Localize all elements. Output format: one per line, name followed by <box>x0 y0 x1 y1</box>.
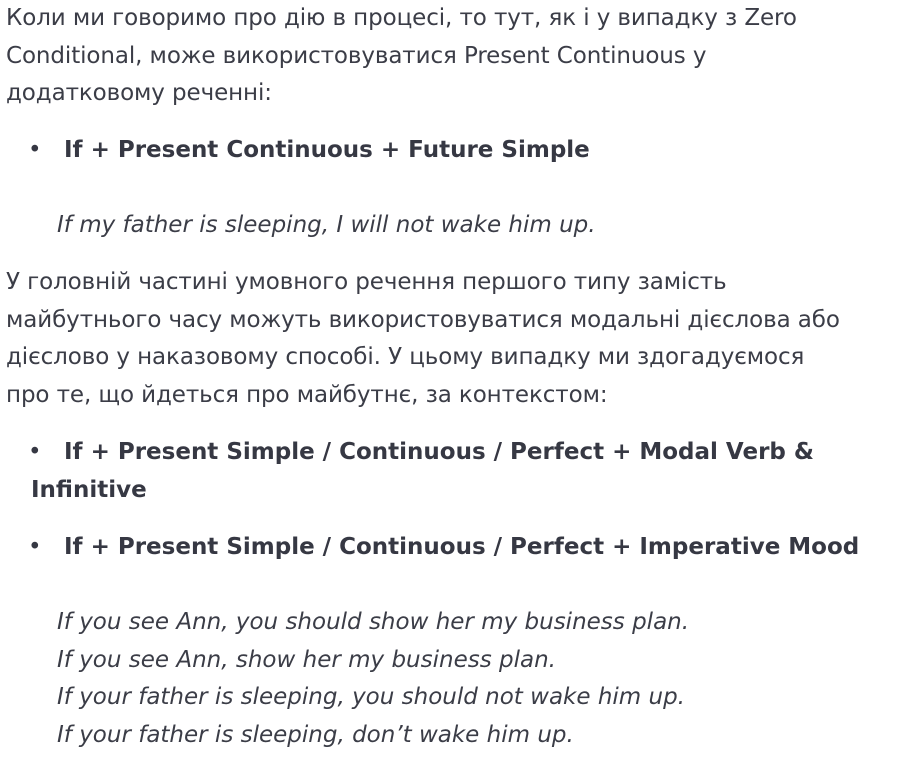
intro-line-3: додатковому реченні: <box>6 80 272 106</box>
paragraph2-line-3: дієслово у наказовому способі. У цьому в… <box>6 344 805 370</box>
example-sentence: If your father is sleeping, don’t wake h… <box>57 721 574 748</box>
examples-list: If you see Ann, you should show her my b… <box>57 604 689 754</box>
article-content: Коли ми говоримо про дію в процесі, то т… <box>0 0 901 758</box>
bullet-point: • <box>28 534 42 560</box>
example-sentence: If my father is sleeping, I will not wak… <box>57 212 596 238</box>
example-sentence: If you see Ann, show her my business pla… <box>57 646 556 673</box>
formula-text: If + Present Continuous + Future Simple <box>64 137 590 163</box>
formula-text-line-1: If + Present Simple / Continuous / Perfe… <box>64 439 814 465</box>
formula-present-continuous: • If + Present Continuous + Future Simple <box>6 132 876 170</box>
paragraph2-line-1: У головній частині умовного речення перш… <box>6 269 727 295</box>
formula-modal-verb: • If + Present Simple / Continuous / Perf… <box>6 434 876 509</box>
example-sentence: If you see Ann, you should show her my b… <box>57 609 690 635</box>
paragraph2-line-4: про те, що йдеться про майбутнє, за конт… <box>6 381 608 408</box>
intro-line-1: Коли ми говоримо про дію в процесі, то т… <box>6 5 797 31</box>
bullet-point: • <box>28 439 42 465</box>
formula-imperative-mood: • If + Present Simple / Continuous / Perf… <box>6 529 876 567</box>
formula-text-line-2: Infinitive <box>31 476 147 503</box>
paragraph2-line-2: майбутнього часу можуть використовуватис… <box>6 306 840 333</box>
intro-paragraph: Коли ми говоримо про дію в процесі, то т… <box>6 0 886 113</box>
bullet-point: • <box>28 137 42 163</box>
modal-verbs-paragraph: У головній частині умовного речення перш… <box>6 264 886 414</box>
intro-line-2: Conditional, може використовуватися Pres… <box>6 42 707 69</box>
example-sentence: If your father is sleeping, you should n… <box>57 684 685 710</box>
formula-text: If + Present Simple / Continuous / Perfe… <box>64 534 860 560</box>
